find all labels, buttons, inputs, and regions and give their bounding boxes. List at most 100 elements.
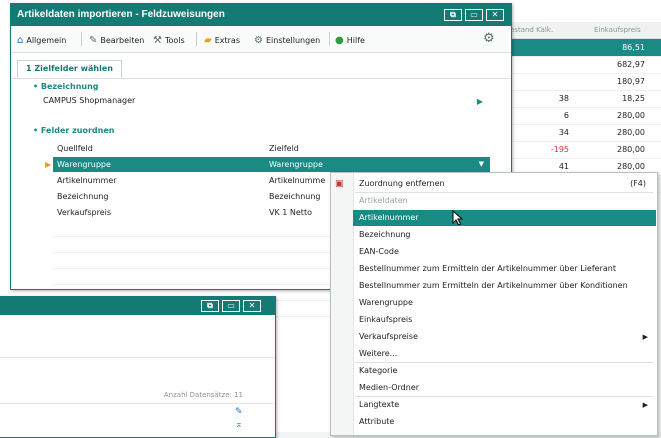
background-grid-row[interactable]: 180,97 bbox=[508, 73, 661, 91]
zielfeld-cell[interactable]: Artikelnumme bbox=[269, 176, 325, 185]
background-grid-row[interactable]: 34 280,00 bbox=[508, 124, 661, 142]
field-context-menu: ▣ Zuordnung entfernen (F4) Artikeldaten Art… bbox=[330, 172, 658, 436]
divider bbox=[0, 357, 275, 358]
row-pointer-icon: ▶ bbox=[45, 160, 52, 169]
column-header-bestand-kalk[interactable]: estand Kalk. bbox=[510, 26, 553, 34]
toolbar-bearbeiten-button[interactable]: ✎ Bearbeiten bbox=[89, 33, 144, 47]
mapping-row[interactable]: Warengruppe Warengruppe ▼ bbox=[53, 157, 490, 172]
mouse-cursor-icon bbox=[452, 210, 464, 226]
menu-item-label: Weitere... bbox=[359, 349, 398, 358]
zielfeld-cell[interactable]: VK 1 Netto bbox=[269, 208, 312, 217]
wrench-icon: ⚙ bbox=[254, 34, 263, 46]
toolbar-tools-label: Tools bbox=[164, 35, 185, 45]
menu-item-shortcut: (F4) bbox=[630, 179, 646, 188]
maximize-icon[interactable]: ▭ bbox=[222, 300, 240, 312]
toolbar-hilfe-button[interactable]: ● Hilfe bbox=[335, 33, 365, 47]
background-grid-row[interactable]: 86,51 bbox=[508, 39, 661, 57]
background-grid-row[interactable]: 6 280,00 bbox=[508, 107, 661, 125]
column-header-quellfeld[interactable]: Quellfeld bbox=[57, 144, 93, 153]
help-icon: ● bbox=[335, 34, 344, 46]
chevron-right-icon: ▶ bbox=[642, 333, 648, 341]
menu-item-bestellnummer-zum-ermitteln-der-artikelnummer-ber-lieferant[interactable]: Bestellnummer zum Ermitteln der Artikeln… bbox=[353, 261, 656, 277]
restore-icon[interactable]: ⧉ bbox=[444, 9, 462, 21]
menu-item-artikelnummer[interactable]: Artikelnummer bbox=[353, 210, 656, 226]
chevron-right-icon[interactable]: ▶ bbox=[477, 97, 483, 106]
column-header-einkaufspreis[interactable]: Einkaufspreis bbox=[594, 26, 641, 34]
menu-item-label: Einkaufspreis bbox=[359, 315, 413, 324]
menu-item-label: Artikelnummer bbox=[359, 213, 419, 222]
bestand-kalk-cell: 34 bbox=[558, 128, 569, 137]
section-felder-label: Felder zuordnen bbox=[40, 126, 115, 135]
bestand-kalk-cell: -195 bbox=[550, 145, 569, 154]
quellfeld-cell: Verkaufspreis bbox=[57, 208, 112, 217]
menu-item-label: Bezeichnung bbox=[359, 230, 411, 239]
close-icon[interactable]: ✕ bbox=[243, 300, 261, 312]
bezeichnung-value: CAMPUS Shopmanager bbox=[43, 96, 136, 105]
column-header-zielfeld[interactable]: Zielfeld bbox=[269, 144, 299, 153]
maximize-icon[interactable]: ▭ bbox=[465, 9, 483, 21]
menu-item-ean-code[interactable]: EAN-Code bbox=[353, 244, 656, 260]
menu-item-kategorie[interactable]: Kategorie bbox=[353, 363, 656, 379]
menu-item-warengruppe[interactable]: Warengruppe bbox=[353, 295, 656, 311]
menu-item-einkaufspreis[interactable]: Einkaufspreis bbox=[353, 312, 656, 328]
toolbar-extras-button[interactable]: ▰ Extras bbox=[204, 33, 240, 47]
toolbar-extras-label: Extras bbox=[214, 35, 240, 45]
menu-item-attribute[interactable]: Attribute bbox=[353, 414, 656, 430]
toolbar-einstellungen-button[interactable]: ⚙ Einstellungen bbox=[254, 33, 320, 47]
background-grid-row[interactable]: 682,97 bbox=[508, 56, 661, 74]
menu-item-zuordnung-entfernen[interactable]: Zuordnung entfernen (F4) bbox=[353, 176, 656, 192]
zielfeld-cell[interactable]: Bezeichnung bbox=[269, 192, 321, 201]
record-count-label: Anzahl Datensätze: 11 bbox=[163, 391, 243, 399]
toolbar-hilfe-label: Hilfe bbox=[346, 35, 365, 45]
toolbar-allgemein-label: Allgemein bbox=[26, 35, 67, 45]
section-bezeichnung-header[interactable]: • Bezeichnung bbox=[33, 82, 99, 91]
background-grid-row[interactable]: -195 280,00 bbox=[508, 141, 661, 159]
restore-icon[interactable]: ⧉ bbox=[201, 300, 219, 312]
menu-item-label: Warengruppe bbox=[359, 298, 413, 307]
collapse-up-icon[interactable]: ⌅ bbox=[235, 420, 243, 430]
menu-item-label: Verkaufspreise bbox=[359, 332, 418, 341]
edit-grid-icon[interactable]: ✎ bbox=[235, 407, 243, 417]
background-window: ⧉ ▭ ✕ Anzahl Datensätze: 11 ✎ ⌅ bbox=[0, 296, 276, 438]
menu-item-medien-ordner[interactable]: Medien-Ordner bbox=[353, 380, 656, 396]
toolbar-separator bbox=[196, 32, 197, 46]
quellfeld-cell: Artikelnummer bbox=[57, 176, 117, 185]
menu-item-bestellnummer-zum-ermitteln-der-artikelnummer-ber-konditionen[interactable]: Bestellnummer zum Ermitteln der Artikeln… bbox=[353, 278, 656, 294]
einkaufspreis-cell: 280,00 bbox=[617, 111, 645, 120]
zielfeld-cell[interactable]: Warengruppe bbox=[269, 160, 323, 169]
settings-gear-icon[interactable]: ⚙ bbox=[483, 31, 495, 46]
section-felder-header[interactable]: • Felder zuordnen bbox=[33, 126, 114, 135]
menu-item-verkaufspreise[interactable]: Verkaufspreise ▶ bbox=[353, 329, 656, 345]
einkaufspreis-cell: 280,00 bbox=[617, 128, 645, 137]
toolbar-separator bbox=[329, 32, 330, 46]
home-icon: ⌂ bbox=[17, 34, 24, 46]
menu-item-label: Attribute bbox=[359, 417, 395, 426]
menu-item-label: EAN-Code bbox=[359, 247, 399, 256]
bezeichnung-field[interactable]: CAMPUS Shopmanager ▶ bbox=[43, 96, 483, 110]
toolbar-tools-button[interactable]: ⚒ Tools bbox=[153, 33, 185, 47]
menu-item-label: Bestellnummer zum Ermitteln der Artikeln… bbox=[359, 264, 616, 273]
quellfeld-cell: Bezeichnung bbox=[57, 192, 109, 201]
einkaufspreis-cell: 280,00 bbox=[617, 145, 645, 154]
background-grid-row[interactable]: 38 18,25 bbox=[508, 90, 661, 108]
background-window-titlebar[interactable]: ⧉ ▭ ✕ bbox=[0, 297, 275, 315]
dialog-titlebar[interactable]: Artikeldaten importieren - Feldzuweisung… bbox=[11, 4, 511, 26]
toolbar-einstellungen-label: Einstellungen bbox=[265, 35, 321, 45]
bestand-kalk-cell: 6 bbox=[563, 111, 569, 120]
zielfeld-dropdown-icon[interactable]: ▼ bbox=[479, 160, 484, 168]
quellfeld-cell: Warengruppe bbox=[57, 160, 111, 169]
menu-item-bezeichnung[interactable]: Bezeichnung bbox=[353, 227, 656, 243]
folder-icon: ▰ bbox=[204, 34, 212, 46]
close-icon[interactable]: ✕ bbox=[486, 9, 504, 21]
menu-item-label: Kategorie bbox=[359, 366, 398, 375]
divider bbox=[0, 403, 275, 404]
menu-item-langtexte[interactable]: Langtexte ▶ bbox=[353, 397, 656, 413]
tab-zielfelder-waehlen[interactable]: 1 Zielfelder wählen bbox=[17, 60, 122, 78]
section-bezeichnung-label: Bezeichnung bbox=[40, 82, 99, 91]
einkaufspreis-cell: 280,00 bbox=[617, 162, 645, 171]
toolbar-allgemein-button[interactable]: ⌂ Allgemein bbox=[17, 33, 66, 47]
menu-item-weitere[interactable]: Weitere... bbox=[353, 346, 656, 362]
chevron-right-icon: ▶ bbox=[642, 401, 648, 409]
menu-item-label: Langtexte bbox=[359, 400, 400, 409]
dialog-title: Artikeldaten importieren - Feldzuweisung… bbox=[17, 9, 225, 20]
